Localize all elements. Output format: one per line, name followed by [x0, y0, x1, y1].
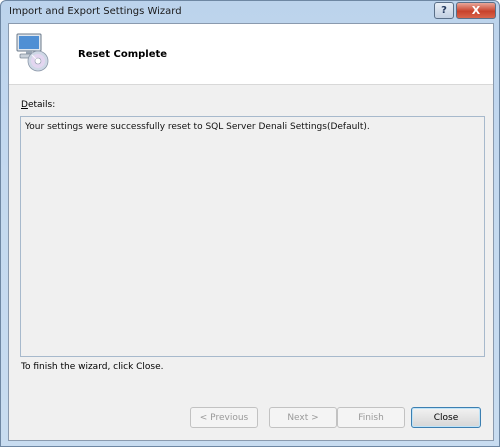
previous-button[interactable]: < Previous: [190, 407, 258, 428]
details-label: Details:: [21, 100, 55, 110]
details-message: Your settings were successfully reset to…: [25, 122, 370, 132]
title-bar[interactable]: Import and Export Settings Wizard ? X: [1, 1, 499, 23]
wizard-window: Import and Export Settings Wizard ? X Re…: [0, 0, 500, 447]
close-icon: X: [471, 4, 481, 17]
help-button[interactable]: ?: [434, 2, 454, 19]
next-button[interactable]: Next >: [269, 407, 337, 428]
computer-cd-icon: [16, 33, 49, 72]
finish-button[interactable]: Finish: [337, 407, 405, 428]
close-button[interactable]: Close: [411, 407, 481, 428]
details-textbox[interactable]: Your settings were successfully reset to…: [20, 116, 485, 357]
wizard-header: Reset Complete: [9, 24, 493, 85]
wizard-client-area: Reset Complete Details: Your settings we…: [8, 23, 494, 441]
details-label-accelerator: D: [21, 100, 28, 110]
page-title: Reset Complete: [78, 49, 168, 60]
finish-instruction: To finish the wizard, click Close.: [21, 362, 164, 372]
help-icon: ?: [441, 5, 447, 16]
details-label-text: etails:: [27, 100, 56, 110]
window-title: Import and Export Settings Wizard: [9, 6, 182, 17]
window-close-button[interactable]: X: [456, 2, 496, 19]
